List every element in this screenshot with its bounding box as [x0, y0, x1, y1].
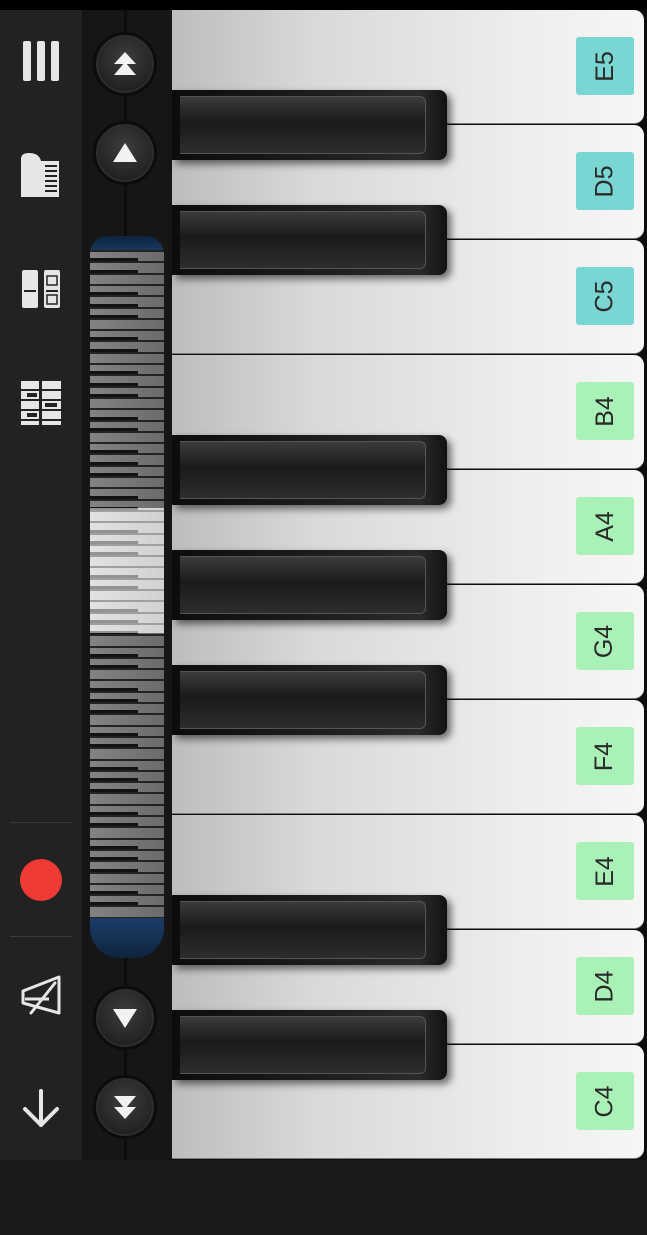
note-label: D5 [576, 152, 634, 210]
dual-keyboard-button[interactable] [12, 260, 70, 318]
note-label: F4 [576, 727, 634, 785]
note-label-text: F4 [590, 741, 619, 771]
black-key[interactable] [172, 435, 447, 505]
black-key[interactable] [172, 895, 447, 965]
minimap-outside-view [90, 250, 164, 508]
key-up-button[interactable] [93, 121, 157, 185]
note-label-text: C4 [590, 1085, 619, 1117]
note-label: C5 [576, 267, 634, 325]
minimap-outside-view [90, 633, 164, 920]
note-label-text: D5 [590, 165, 619, 197]
note-label: D4 [576, 957, 634, 1015]
key-down-icon [113, 1009, 137, 1028]
note-label: B4 [576, 382, 634, 440]
navigation-bar [0, 1160, 647, 1235]
octave-up-icon [114, 52, 136, 75]
note-label-text: E5 [590, 50, 619, 82]
minimap-visible-window[interactable] [90, 508, 164, 633]
menu-button[interactable] [12, 32, 70, 90]
record-button[interactable] [12, 851, 70, 909]
note-label: C4 [576, 1072, 634, 1130]
toolbar-divider [10, 822, 72, 823]
chords-icon [21, 381, 61, 425]
note-label-text: E4 [590, 855, 619, 887]
black-key[interactable] [172, 90, 447, 160]
black-key[interactable] [172, 550, 447, 620]
chords-button[interactable] [12, 374, 70, 432]
note-label-text: G4 [590, 624, 619, 658]
octave-up-button[interactable] [93, 32, 157, 96]
instrument-button[interactable] [12, 146, 70, 204]
record-icon [20, 859, 62, 901]
download-icon [23, 1089, 59, 1127]
status-bar [0, 0, 647, 10]
black-key[interactable] [172, 1010, 447, 1080]
note-label: A4 [576, 497, 634, 555]
metronome-icon [21, 975, 61, 1015]
note-label: E5 [576, 37, 634, 95]
octave-down-icon [114, 1096, 136, 1119]
black-key[interactable] [172, 665, 447, 735]
piano-keyboard: E5 D5 C5 B4 A4 G4 F4 E4 D4 C4 [172, 10, 647, 1160]
keyboard-navigator [82, 10, 172, 1160]
keyboard-minimap[interactable] [90, 250, 164, 920]
note-label: E4 [576, 842, 634, 900]
menu-icon [23, 41, 59, 81]
note-label: G4 [576, 612, 634, 670]
note-label-text: D4 [590, 970, 619, 1002]
metronome-button[interactable] [12, 966, 70, 1024]
toolbar [0, 10, 82, 1160]
note-label-text: B4 [590, 395, 619, 427]
minimap-bottom-cap [90, 918, 164, 958]
key-up-icon [113, 143, 137, 162]
black-key[interactable] [172, 205, 447, 275]
grand-piano-icon [21, 153, 59, 197]
note-label-text: A4 [590, 510, 619, 542]
key-down-button[interactable] [93, 986, 157, 1050]
download-button[interactable] [12, 1080, 70, 1138]
dual-keyboard-icon [22, 270, 60, 308]
note-label-text: C5 [590, 280, 619, 312]
toolbar-divider [10, 936, 72, 937]
octave-down-button[interactable] [93, 1075, 157, 1139]
